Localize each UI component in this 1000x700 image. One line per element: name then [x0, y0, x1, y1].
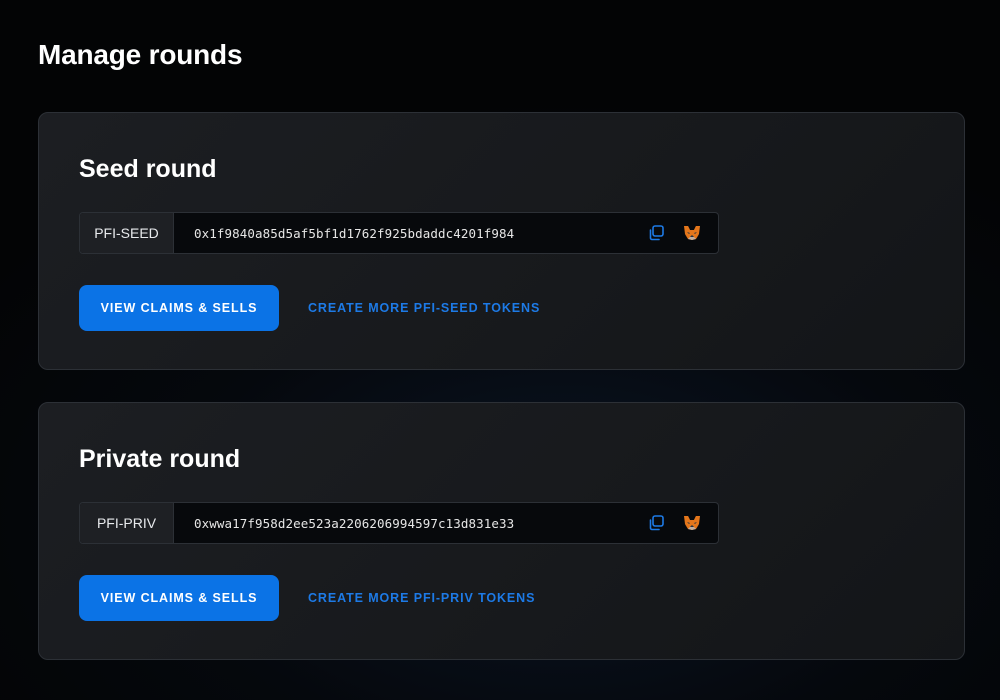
metamask-fox-icon[interactable]: [674, 503, 710, 543]
round-card-private: Private round PFI-PRIV 0xwwa17f958d2ee52…: [38, 402, 965, 660]
view-claims-sells-button[interactable]: VIEW CLAIMS & SELLS: [79, 575, 279, 621]
token-address[interactable]: 0xwwa17f958d2ee523a2206206994597c13d831e…: [174, 503, 638, 543]
create-more-tokens-link[interactable]: CREATE MORE PFI-SEED TOKENS: [308, 300, 540, 316]
token-address-field: PFI-SEED 0x1f9840a85d5af5bf1d1762f925bda…: [79, 212, 719, 254]
token-symbol: PFI-PRIV: [80, 503, 174, 543]
copy-icon[interactable]: [638, 213, 674, 253]
token-address-field: PFI-PRIV 0xwwa17f958d2ee523a220620699459…: [79, 502, 719, 544]
copy-icon[interactable]: [638, 503, 674, 543]
round-title: Seed round: [79, 155, 217, 183]
page-title: Manage rounds: [38, 39, 243, 70]
token-symbol: PFI-SEED: [80, 213, 174, 253]
view-claims-sells-button[interactable]: VIEW CLAIMS & SELLS: [79, 285, 279, 331]
token-address[interactable]: 0x1f9840a85d5af5bf1d1762f925bdaddc4201f9…: [174, 213, 638, 253]
round-title: Private round: [79, 445, 241, 473]
round-card-seed: Seed round PFI-SEED 0x1f9840a85d5af5bf1d…: [38, 112, 965, 370]
create-more-tokens-link[interactable]: CREATE MORE PFI-PRIV TOKENS: [308, 590, 535, 606]
metamask-fox-icon[interactable]: [674, 213, 710, 253]
